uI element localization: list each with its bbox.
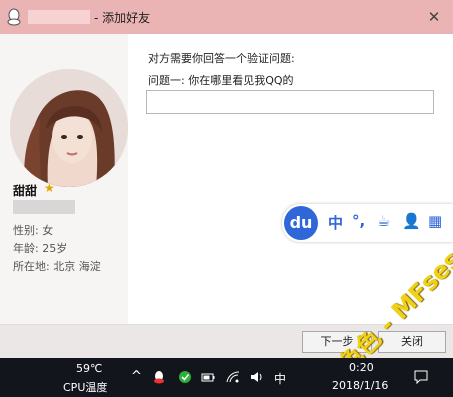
- star-icon: ★: [44, 181, 55, 195]
- profile-panel: [0, 34, 128, 324]
- cpu-label: CPU温度: [63, 381, 108, 394]
- notification-icon[interactable]: [413, 369, 429, 385]
- ime-chinese-mode[interactable]: 中: [328, 212, 343, 233]
- ime-tools-icon[interactable]: ▦: [428, 212, 442, 230]
- title-bar: - 添加好友 ✕: [0, 0, 453, 34]
- cpu-temperature: 59℃: [76, 362, 103, 375]
- verification-prompt: 对方需要你回答一个验证问题:: [148, 52, 295, 65]
- security-tray-icon[interactable]: [178, 370, 192, 384]
- masked-qq-number: [13, 200, 75, 214]
- window-title: - 添加好友: [94, 11, 151, 25]
- question-label: 问题一: 你在哪里看见我QQ的: [148, 74, 294, 87]
- qq-icon: [7, 8, 21, 26]
- ime-punctuation[interactable]: °,: [352, 212, 365, 230]
- avatar: [10, 69, 128, 187]
- taskbar: 59℃ CPU温度 ^ 中 0:20 2018/1/16: [0, 358, 453, 397]
- clock-time[interactable]: 0:20: [349, 361, 374, 374]
- location-info: 所在地: 北京 海淀: [13, 260, 101, 273]
- ime-toolbar: du 中 °, ☕ 👤 ▦: [282, 204, 453, 242]
- ime-user-icon[interactable]: 👤: [402, 212, 421, 230]
- answer-input[interactable]: [146, 90, 434, 114]
- clock-date[interactable]: 2018/1/16: [332, 379, 388, 392]
- age-info: 年龄: 25岁: [13, 242, 68, 255]
- volume-icon[interactable]: [250, 370, 264, 384]
- battery-icon[interactable]: [201, 370, 215, 384]
- wifi-icon[interactable]: [226, 370, 240, 384]
- close-window-button[interactable]: ✕: [423, 6, 445, 28]
- chevron-up-icon[interactable]: ^: [131, 369, 142, 384]
- ime-skin-icon[interactable]: ☕: [377, 212, 390, 230]
- nickname: 甜甜: [13, 184, 38, 198]
- masked-username: [28, 10, 90, 24]
- ime-indicator[interactable]: 中: [274, 370, 286, 387]
- qq-tray-icon[interactable]: [152, 370, 166, 384]
- gender-info: 性别: 女: [13, 224, 54, 237]
- avatar-illustration: [10, 69, 128, 187]
- ime-logo[interactable]: du: [284, 206, 318, 240]
